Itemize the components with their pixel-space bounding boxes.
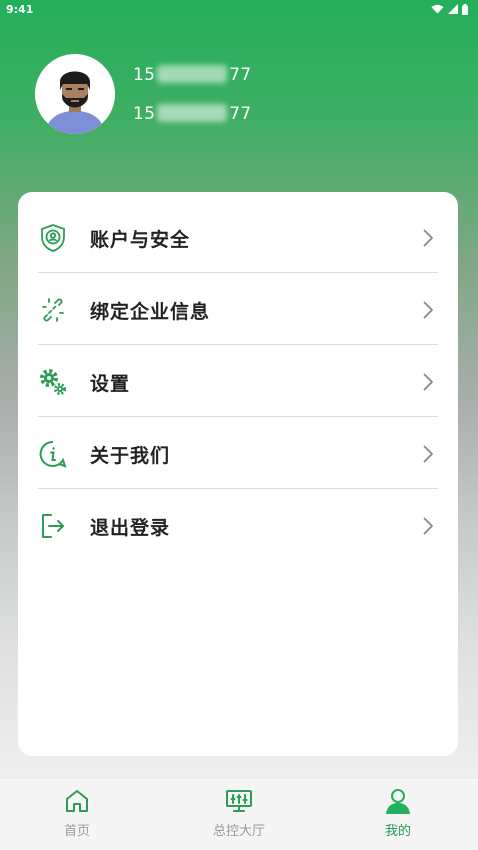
menu-item-label: 关于我们 [90, 444, 171, 467]
status-icons [431, 3, 468, 15]
divider [38, 488, 438, 489]
bottom-tab-bar: 首页 总控大厅 我的 [0, 778, 478, 850]
menu-item-account-security[interactable]: 账户与安全 [38, 202, 438, 274]
chevron-right-icon [423, 301, 434, 319]
divider [38, 272, 438, 273]
broken-link-icon [38, 295, 68, 325]
chevron-right-icon [423, 373, 434, 391]
profile-phone: 15 77 [133, 65, 252, 85]
battery-icon [462, 3, 468, 15]
signal-icon [448, 4, 458, 14]
chevron-right-icon [423, 445, 434, 463]
avatar[interactable] [35, 54, 115, 134]
tab-label: 我的 [384, 824, 411, 839]
wifi-icon [431, 4, 444, 14]
tab-label: 首页 [63, 824, 90, 839]
tab-mine[interactable]: 我的 [343, 779, 453, 850]
menu-item-label: 绑定企业信息 [90, 300, 211, 323]
menu-item-settings[interactable]: 设置 [38, 346, 438, 418]
tab-control-hall[interactable]: 总控大厅 [184, 779, 294, 850]
menu-item-logout[interactable]: 退出登录 [38, 490, 438, 562]
redaction-blur [157, 104, 228, 122]
control-panel-icon [225, 787, 253, 815]
avatar-illustration-icon [35, 54, 115, 134]
profile-account: 15 77 [133, 104, 252, 124]
menu-item-about-us[interactable]: 关于我们 [38, 418, 438, 490]
user-icon [384, 787, 412, 815]
divider [38, 416, 438, 417]
status-time: 9:41 [6, 2, 34, 16]
menu-item-label: 退出登录 [90, 516, 171, 539]
chevron-right-icon [423, 517, 434, 535]
profile-header: 15 77 15 77 [35, 54, 455, 134]
tab-label: 总控大厅 [212, 824, 265, 839]
redaction-blur [157, 65, 228, 83]
home-icon [63, 787, 91, 815]
menu-item-bind-enterprise[interactable]: 绑定企业信息 [38, 274, 438, 346]
shield-user-icon [38, 223, 68, 253]
status-bar: 9:41 [0, 0, 478, 18]
menu-item-label: 设置 [90, 372, 131, 395]
menu-card: 账户与安全 绑定企业信息 设置 关于我们 退出登录 [18, 192, 458, 756]
tab-home[interactable]: 首页 [22, 779, 132, 850]
gears-icon [38, 367, 68, 397]
chevron-right-icon [423, 229, 434, 247]
divider [38, 344, 438, 345]
info-icon [38, 439, 68, 469]
menu-item-label: 账户与安全 [90, 228, 191, 251]
logout-icon [38, 511, 68, 541]
